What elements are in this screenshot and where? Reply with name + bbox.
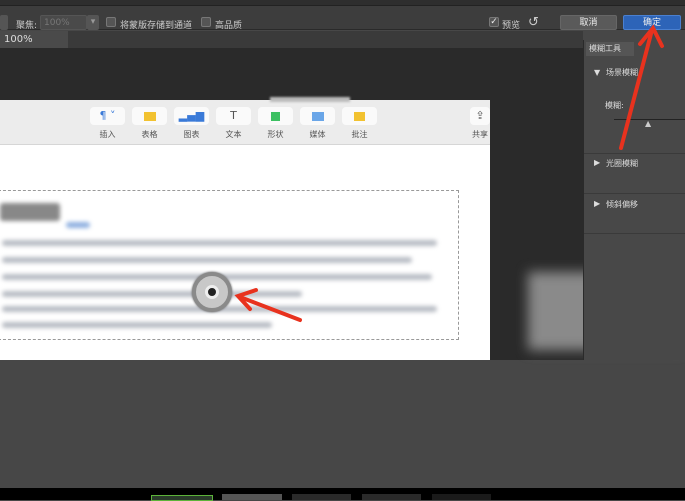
chart-icon: ▂▄▆ (174, 107, 209, 125)
blurred-text-line (2, 322, 272, 328)
panel-tab[interactable]: 模糊工具 (586, 42, 634, 56)
options-bar: 聚焦: 100% ▾ 将蒙版存储到通道 高品质 ✓ 预览 ↺ 取消 确定 (0, 6, 685, 31)
toolbar-label-insert: 插入 (99, 130, 116, 139)
reset-icon[interactable]: ↺ (528, 15, 539, 30)
section-iris-blur: ▶ 光圈模糊 (584, 154, 685, 194)
ok-button[interactable]: 确定 (623, 15, 681, 30)
share-icon: ⇪ (470, 107, 490, 125)
preview-checkbox[interactable]: ✓ (489, 17, 499, 27)
text-icon: T (216, 107, 251, 125)
blur-pin-handle[interactable] (192, 272, 232, 312)
collapsed-triangle-icon[interactable]: ▶ (594, 158, 600, 167)
blurred-heading (0, 203, 60, 221)
blur-slider-thumb[interactable]: ▲ (645, 119, 651, 128)
toolbar-label-comment: 批注 (351, 130, 368, 139)
toolbar-label-text: 文本 (225, 130, 242, 139)
save-mask-label: 将蒙版存储到通道 (120, 21, 193, 31)
toolbar-label-media: 媒体 (309, 130, 326, 139)
toolbar-label-share: 共享 (472, 130, 488, 139)
high-quality-label: 高品质 (215, 21, 243, 31)
blur-label: 模糊: (605, 101, 624, 110)
expanded-triangle-icon[interactable]: ▼ (594, 68, 600, 77)
blurred-text-line (2, 291, 302, 297)
toolbar-label-shape: 形状 (267, 130, 284, 139)
focus-dropdown[interactable]: ▾ (87, 15, 99, 30)
save-mask-checkbox[interactable] (106, 17, 116, 27)
blurred-text-line (2, 257, 412, 263)
table-icon (132, 107, 167, 125)
section-label[interactable]: 光圈模糊 (606, 158, 638, 169)
tab-bar (0, 31, 583, 48)
thumbnail[interactable] (362, 494, 421, 500)
dropdown-button[interactable] (0, 15, 8, 30)
section-label[interactable]: 场景模糊 (606, 67, 638, 78)
selection-marquee (0, 190, 459, 340)
document-tab[interactable]: 100%(RGB/8) (0, 31, 68, 62)
paragraph-icon: ¶ ˅ (90, 107, 125, 125)
shape-icon (258, 107, 293, 125)
blurred-link (66, 222, 90, 228)
cancel-button[interactable]: 取消 (560, 15, 617, 30)
section-label[interactable]: 倾斜偏移 (606, 199, 638, 210)
toolbar-label-chart: 图表 (183, 130, 200, 139)
section-field-blur: ▼ 场景模糊 模糊: ▲ (584, 57, 685, 154)
media-icon (300, 107, 335, 125)
thumbnail[interactable] (432, 494, 491, 500)
toolbar-label-table: 表格 (141, 130, 158, 139)
thumbnail[interactable] (222, 494, 282, 500)
preview-label: 预览 (502, 21, 521, 31)
comment-icon (342, 107, 377, 125)
pin-center-icon (205, 285, 219, 299)
thumbnail[interactable] (292, 494, 351, 500)
focus-label: 聚焦: (16, 21, 38, 31)
high-quality-checkbox[interactable] (201, 17, 211, 27)
focus-input[interactable]: 100% (40, 15, 87, 30)
collapsed-triangle-icon[interactable]: ▶ (594, 199, 600, 208)
thumbnail-active[interactable] (151, 495, 213, 501)
blurred-text-line (2, 240, 437, 246)
section-tilt-shift: ▶ 倾斜偏移 (584, 194, 685, 234)
blurred-menu-text (270, 97, 350, 102)
